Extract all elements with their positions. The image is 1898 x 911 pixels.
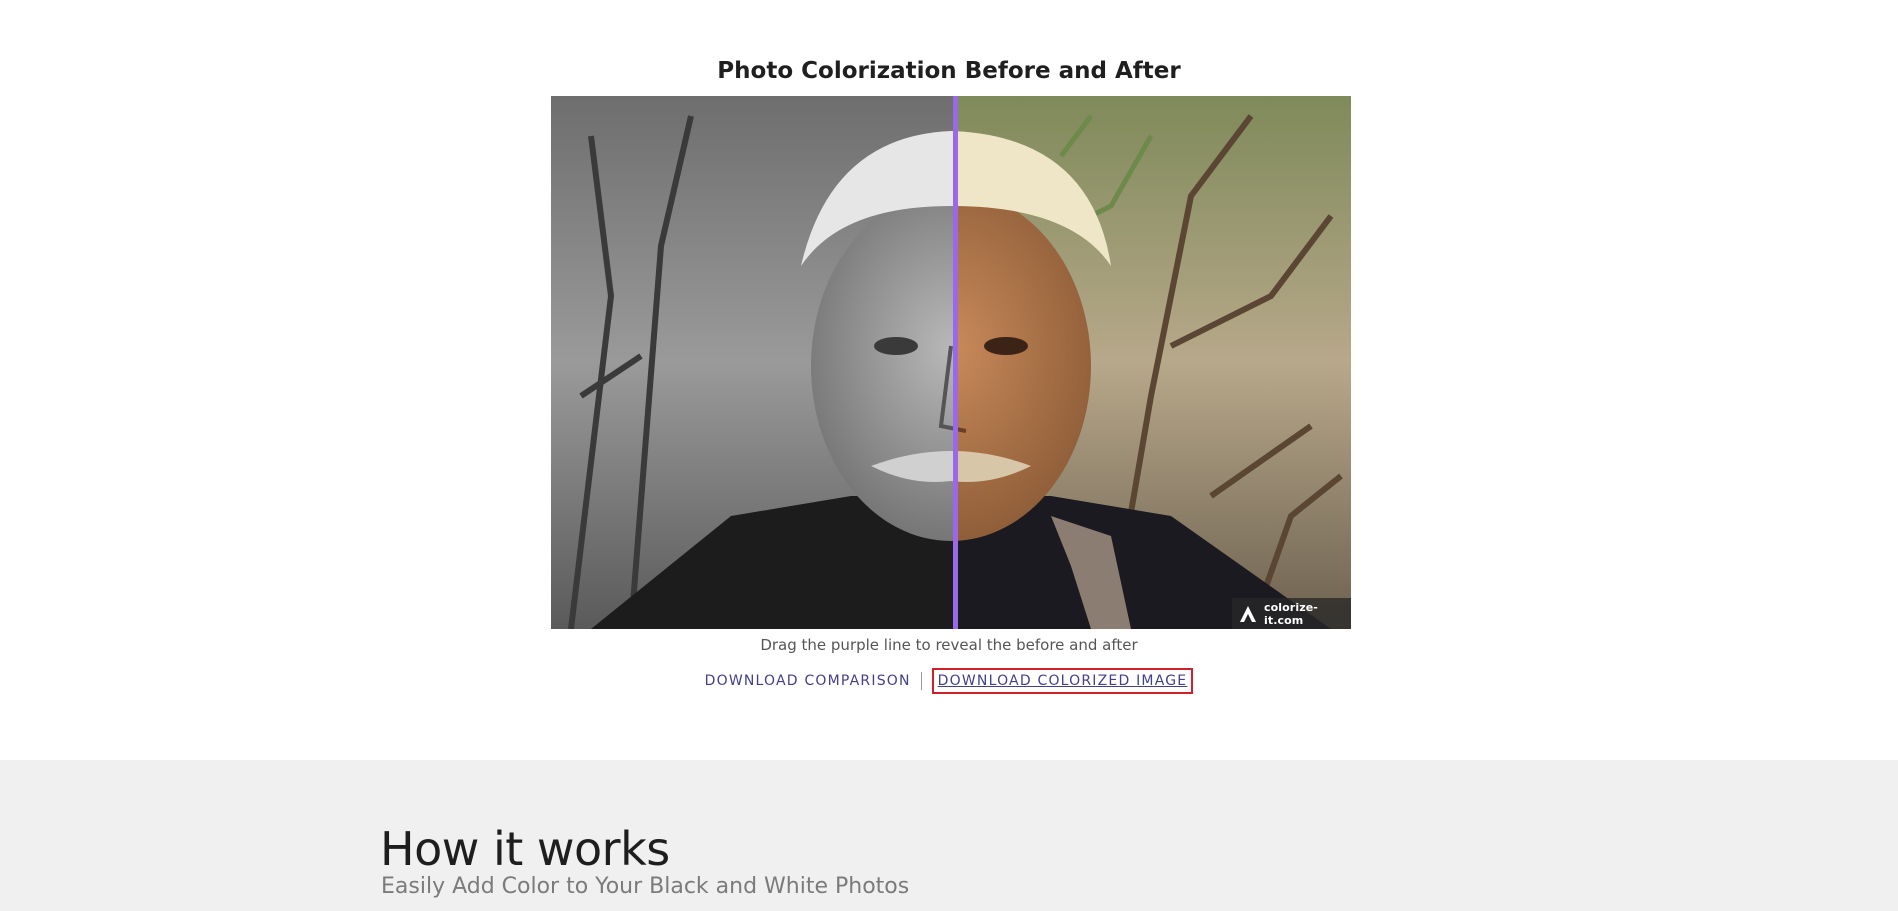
before-image bbox=[551, 96, 955, 629]
before-after-comparison[interactable]: colorize-it.com bbox=[551, 96, 1351, 629]
watermark: colorize-it.com bbox=[1232, 598, 1351, 629]
colorized-image bbox=[955, 96, 1351, 629]
comparison-slider-handle[interactable] bbox=[953, 96, 958, 629]
page-title: Photo Colorization Before and After bbox=[717, 58, 1181, 84]
how-it-works-title: How it works bbox=[380, 822, 670, 876]
link-divider bbox=[920, 672, 922, 690]
how-it-works-subtitle: Easily Add Color to Your Black and White… bbox=[381, 874, 910, 899]
how-it-works-section: How it works Easily Add Color to Your Bl… bbox=[0, 760, 1898, 911]
download-actions: DOWNLOAD COMPARISON DOWNLOAD COLORIZED I… bbox=[0, 668, 1898, 694]
download-comparison-link[interactable]: DOWNLOAD COMPARISON bbox=[705, 673, 911, 689]
comparison-caption: Drag the purple line to reveal the befor… bbox=[760, 636, 1138, 654]
watermark-text: colorize-it.com bbox=[1264, 600, 1318, 627]
download-colorized-image-link[interactable]: DOWNLOAD COLORIZED IMAGE bbox=[931, 668, 1194, 694]
page: Photo Colorization Before and After colo… bbox=[0, 0, 1898, 911]
colorize-logo-icon bbox=[1238, 604, 1258, 624]
